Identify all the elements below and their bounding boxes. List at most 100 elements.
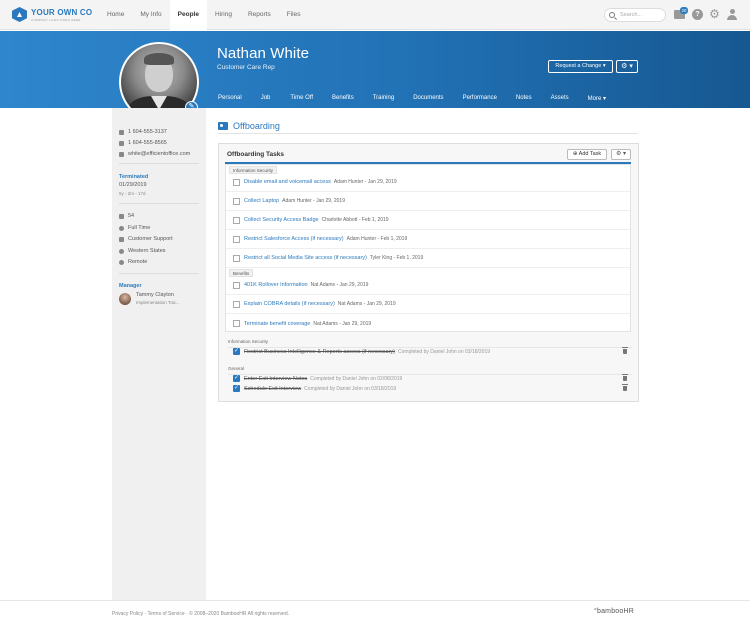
section-title: Offboarding	[233, 121, 280, 131]
task-checkbox[interactable]	[233, 197, 240, 205]
top-navigation: YOUR OWN CO COMPANY LOGO GOES HERE Home …	[0, 0, 750, 30]
task-row: 401K Rollover Information Nat Adams - Ja…	[226, 276, 630, 295]
task-row: Collect Laptop Adam Hunter - Jan 29, 201…	[226, 192, 630, 211]
nav-reports[interactable]: Reports	[240, 0, 279, 30]
employee-name: Nathan White	[217, 45, 310, 62]
task-checkbox[interactable]	[233, 300, 240, 308]
mobile-phone-icon	[119, 140, 124, 146]
task-link[interactable]: Restrict Salesforce Access (if necessary…	[244, 236, 344, 242]
task-checkbox[interactable]	[233, 320, 240, 327]
division: Western States	[119, 248, 166, 254]
nav-hiring[interactable]: Hiring	[207, 0, 240, 30]
tab-assets[interactable]: Assets	[551, 95, 569, 102]
checked-checkbox[interactable]: ✓	[233, 385, 240, 392]
trash-icon[interactable]	[622, 347, 628, 354]
task-meta: Nat Adams - Jan 29, 2019	[310, 282, 369, 288]
task-link[interactable]: Restrict all Social Media Site access (i…	[244, 255, 367, 261]
completed-task-label: Restrict Business Intelligence & Reports…	[244, 348, 396, 355]
task-link[interactable]: 401K Rollover Information	[244, 282, 308, 288]
completed-task-meta: Completed by Daniel John on 02/08/2019	[310, 375, 403, 382]
email-link[interactable]: white@efficientoffice.com	[119, 151, 190, 157]
task-checkbox[interactable]	[233, 254, 240, 262]
task-meta: Adam Hunter - Jan 29, 2019	[282, 198, 345, 204]
completed-task-label: Enter Exit Interview Notes	[244, 375, 308, 382]
department: Customer Support	[119, 236, 173, 242]
search-placeholder: Search...	[620, 12, 643, 18]
inbox-count-badge: 20	[680, 7, 688, 14]
nav-home[interactable]: Home	[99, 0, 132, 30]
checked-checkbox[interactable]: ✓	[233, 375, 240, 382]
manager-avatar[interactable]	[119, 293, 131, 305]
request-change-button[interactable]: Request a Change ▾	[548, 60, 613, 73]
divider	[218, 133, 638, 134]
task-link[interactable]: Collect Laptop	[244, 198, 279, 204]
trash-icon[interactable]	[622, 384, 628, 391]
divider	[119, 203, 199, 204]
completed-task-row: ✓ Schedule Exit Interview Completed by D…	[233, 384, 628, 392]
settings-gear-icon[interactable]: ⚙	[709, 8, 720, 20]
terminated-label: Terminated	[119, 174, 149, 180]
location-pin-icon	[119, 259, 124, 265]
location: Remote	[119, 259, 147, 265]
completed-task-meta: Completed by Daniel John on 03/18/2019	[304, 385, 397, 392]
email-icon	[119, 151, 124, 157]
tab-training[interactable]: Training	[373, 95, 394, 102]
company-logo[interactable]: YOUR OWN CO COMPANY LOGO GOES HERE	[12, 7, 92, 22]
nav-my-info[interactable]: My Info	[132, 0, 169, 30]
offboarding-tasks-panel: Offboarding Tasks ⊕ Add Task ⚙ ▾ Informa…	[218, 143, 639, 402]
task-meta: Tyler King - Feb 1, 2019	[369, 255, 424, 261]
task-checkbox[interactable]	[233, 216, 240, 224]
nav-people[interactable]: People	[169, 0, 207, 30]
tab-more[interactable]: More ▾	[588, 95, 606, 102]
task-link[interactable]: Collect Security Access Badge	[244, 217, 319, 223]
tab-time-off[interactable]: Time Off	[290, 95, 313, 102]
open-task-list: Information Security Disable email and v…	[225, 164, 631, 332]
mobile-phone: 1 604-555-8565	[119, 140, 167, 146]
tab-personal[interactable]: Personal	[218, 95, 242, 102]
task-checkbox[interactable]	[233, 178, 240, 186]
logo-icon	[12, 7, 27, 22]
help-icon[interactable]: ?	[692, 9, 703, 20]
task-row: Disable email and voicemail access Adam …	[226, 173, 630, 192]
task-meta: Adam Hunter - Jan 29, 2019	[333, 179, 397, 185]
section-header: Offboarding	[218, 121, 280, 131]
user-account-icon[interactable]	[727, 9, 737, 20]
completed-task-meta: Completed by Daniel John on 03/18/2019	[398, 348, 491, 355]
task-link[interactable]: Explain COBRA details (if necessary)	[244, 301, 335, 307]
task-row: Terminate benefit coverage Nat Adams - J…	[226, 314, 630, 333]
tab-benefits[interactable]: Benefits	[332, 95, 354, 102]
add-task-button[interactable]: ⊕ Add Task	[567, 149, 607, 160]
bamboohr-logo: °bambooHR	[594, 608, 635, 615]
checked-checkbox[interactable]: ✓	[233, 348, 240, 355]
offboarding-icon	[218, 122, 228, 130]
completed-task-label: Schedule Exit Interview	[244, 385, 302, 392]
footer-divider	[0, 600, 750, 601]
footer-links[interactable]: Privacy Policy · Terms of Service · © 20…	[112, 611, 289, 617]
tab-job[interactable]: Job	[261, 95, 271, 102]
search-icon	[609, 12, 615, 18]
task-row: Restrict all Social Media Site access (i…	[226, 249, 630, 268]
main-nav: Home My Info People Hiring Reports Files	[99, 0, 308, 30]
trash-icon[interactable]	[622, 374, 628, 381]
employment-type: Full Time	[119, 225, 150, 231]
employee-sidebar: 1 604-555-3137 1 604-555-8565 white@effi…	[112, 108, 206, 600]
task-meta: Nat Adams - Jan 29, 2019	[337, 301, 396, 307]
search-input[interactable]: Search...	[604, 8, 666, 22]
tab-performance[interactable]: Performance	[463, 95, 497, 102]
tab-notes[interactable]: Notes	[516, 95, 532, 102]
task-checkbox[interactable]	[233, 235, 240, 243]
clock-icon	[119, 225, 124, 231]
task-link[interactable]: Disable email and voicemail access	[244, 179, 331, 185]
profile-settings-button[interactable]: ⚙ ▾	[616, 60, 638, 73]
divider	[119, 163, 199, 164]
tab-documents[interactable]: Documents	[413, 95, 443, 102]
terminated-date: 01/29/2019	[119, 182, 147, 188]
task-checkbox[interactable]	[233, 281, 240, 289]
task-row: Collect Security Access Badge Charlotte …	[226, 211, 630, 230]
panel-settings-button[interactable]: ⚙ ▾	[611, 149, 631, 160]
nav-files[interactable]: Files	[279, 0, 309, 30]
tenure: 5y - 2m - 17d	[119, 191, 146, 196]
divider	[119, 273, 199, 274]
manager-name[interactable]: Tammy Clayton	[136, 292, 174, 298]
task-link[interactable]: Terminate benefit coverage	[244, 321, 310, 327]
